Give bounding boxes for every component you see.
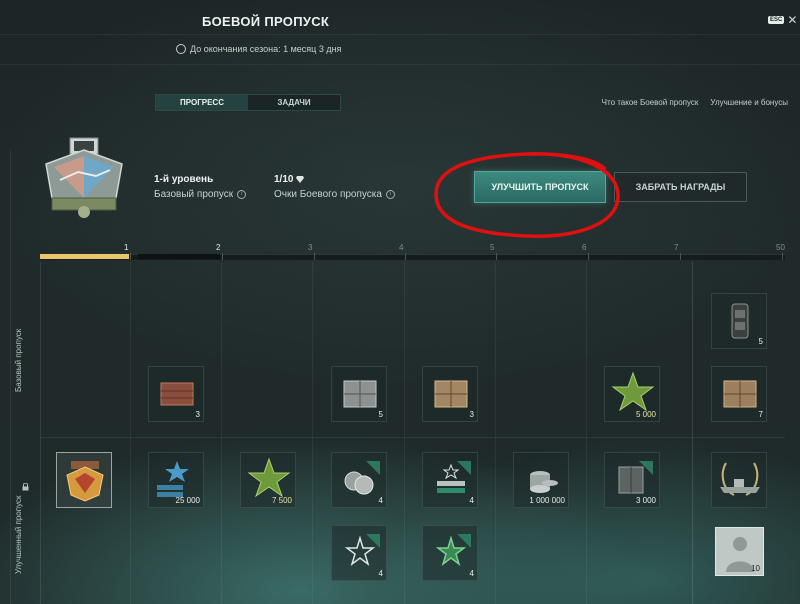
reward-card[interactable]: 10 [715, 527, 764, 576]
reward-card[interactable]: 25 000 [148, 452, 204, 508]
ship-icon [720, 462, 760, 496]
info-icon[interactable]: i [385, 190, 395, 199]
esc-badge: ESC [768, 16, 785, 24]
level-badge-icon [45, 137, 123, 218]
tab-tasks[interactable]: ЗАДАЧИ [248, 95, 340, 110]
info-links: Что такое Боевой пропуск Улучшение и бон… [602, 98, 788, 107]
reward-qty: 4 [378, 569, 383, 578]
page-title: БОЕВОЙ ПРОПУСК [202, 14, 330, 29]
reward-qty: 4 [469, 496, 474, 505]
claim-rewards-button[interactable]: ЗАБРАТЬ НАГРАДЫ [614, 172, 747, 202]
divider [221, 262, 222, 604]
progress-tick-label: 1 [124, 243, 129, 252]
row-divider [40, 437, 785, 438]
link-upgrade-bonuses[interactable]: Улучшение и бонусы [710, 98, 788, 107]
progress-tick [680, 253, 681, 260]
row-premium-label: Улучшенный пропуск [14, 495, 23, 575]
divider [0, 64, 800, 65]
reward-card[interactable]: 4 [422, 452, 478, 508]
points-caption: Очки Боевого пропуска i [274, 189, 395, 200]
reward-qty: 7 500 [271, 496, 292, 505]
progress-tick [496, 253, 497, 260]
progress-tick [314, 253, 315, 260]
reward-card[interactable]: 7 500 [240, 452, 296, 508]
divider [10, 150, 11, 604]
progress-tick-label: 5 [490, 243, 495, 252]
progress-tick-label: 2 [216, 243, 221, 252]
progress-tick-label: 6 [582, 243, 587, 252]
close-icon: ✕ [787, 13, 798, 27]
divider [404, 262, 405, 604]
reward-qty: 1 000 000 [529, 496, 565, 505]
reward-qty: 5 000 [635, 410, 656, 419]
reward-qty: 3 [469, 410, 474, 419]
reward-card[interactable]: 5 [331, 366, 387, 422]
divider [586, 262, 587, 604]
lock-icon [22, 483, 29, 491]
divider [0, 34, 800, 35]
annotation-circle [434, 152, 620, 238]
reward-card[interactable]: 4 [331, 452, 387, 508]
clock-icon [176, 44, 186, 54]
reward-qty: 7 [758, 410, 763, 419]
points-text: 1/10 [274, 174, 294, 185]
link-what-is-pass[interactable]: Что такое Боевой пропуск [602, 98, 699, 107]
progress-tick [782, 253, 783, 260]
reward-card[interactable] [711, 452, 767, 508]
points-value: 1/10 [274, 174, 305, 185]
reward-qty: 25 000 [175, 496, 200, 505]
reward-qty: 4 [469, 569, 474, 578]
progress-fill [40, 254, 129, 259]
divider [692, 262, 693, 604]
points-label: Очки Боевого пропуска [274, 189, 382, 200]
reward-qty: 3 [195, 410, 200, 419]
progress-next-segment [138, 254, 220, 259]
reward-card[interactable]: 7 [711, 366, 767, 422]
progress-tick [405, 253, 406, 260]
reward-qty: 5 [378, 410, 383, 419]
progress-tick-label: 50 [776, 243, 785, 252]
info-icon[interactable]: i [237, 190, 247, 199]
pass-type: Базовый пропуск i [154, 189, 247, 200]
reward-card[interactable]: 4 [422, 525, 478, 581]
reward-qty: 4 [378, 496, 383, 505]
close-button[interactable]: ESC ✕ [768, 13, 798, 27]
row-label-basic: Базовый пропуск [14, 320, 28, 400]
divider [312, 262, 313, 604]
reward-qty: 10 [751, 564, 760, 573]
reward-card[interactable]: 5 000 [604, 366, 660, 422]
reward-card[interactable]: 1 000 000 [513, 452, 569, 508]
patch-icon [66, 461, 104, 502]
pass-type-label: Базовый пропуск [154, 189, 234, 200]
progress-tick [222, 253, 223, 260]
reward-card[interactable]: 5 [711, 293, 767, 349]
progress-tick [588, 253, 589, 260]
progress-tick-label: 7 [674, 243, 679, 252]
diamond-icon [296, 176, 305, 183]
reward-qty: 5 [758, 337, 763, 346]
reward-card[interactable]: 3 [422, 366, 478, 422]
season-text: До окончания сезона: 1 месяц 3 дня [190, 44, 342, 54]
season-timer: До окончания сезона: 1 месяц 3 дня [176, 44, 341, 54]
progress-tick [130, 253, 131, 260]
row-label-premium: Улучшенный пропуск [14, 480, 28, 580]
reward-card[interactable]: 3 [148, 366, 204, 422]
reward-card[interactable] [56, 452, 112, 508]
level-title: 1-й уровень [154, 174, 214, 185]
reward-qty: 3 000 [635, 496, 656, 505]
tab-bar: ПРОГРЕСС ЗАДАЧИ [155, 94, 341, 111]
row-basic-label: Базовый пропуск [14, 328, 23, 392]
divider [130, 262, 131, 604]
progress-tick-label: 3 [308, 243, 313, 252]
reward-card[interactable]: 4 [331, 525, 387, 581]
divider [495, 262, 496, 604]
progress-tick-label: 4 [399, 243, 404, 252]
reward-card[interactable]: 3 000 [604, 452, 660, 508]
divider [40, 262, 41, 604]
tab-progress[interactable]: ПРОГРЕСС [156, 95, 248, 110]
